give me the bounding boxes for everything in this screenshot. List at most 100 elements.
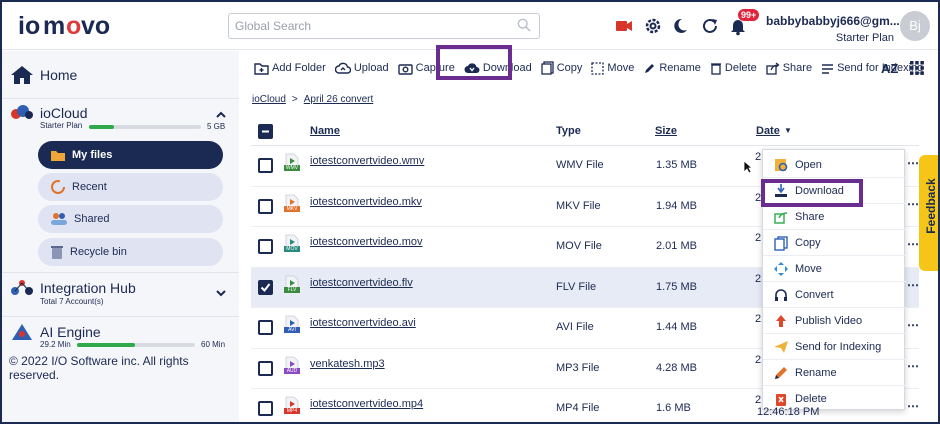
file-date: 2 (755, 353, 762, 366)
search-placeholder: Global Search (235, 19, 312, 33)
file-date: 2 (755, 232, 762, 244)
row-more-button[interactable]: ⋯ (907, 278, 919, 292)
file-type-tag: MP4 (284, 408, 300, 414)
pencil-icon (775, 366, 787, 379)
file-date: 2 (755, 151, 762, 163)
integration-hub-accounts: Total 7 Account(s) (40, 297, 104, 306)
menu-item-open[interactable]: Open (763, 152, 906, 178)
sidebar-item-home[interactable]: Home (10, 65, 77, 85)
iocloud-title: ioCloud (40, 105, 88, 121)
menu-item-rename[interactable]: Rename (763, 360, 906, 386)
file-date: 2 (755, 394, 762, 406)
select-all-checkbox[interactable] (258, 124, 273, 139)
row-more-button[interactable]: ⋯ (907, 399, 919, 413)
ai-engine-section[interactable]: AI Engine (10, 323, 101, 341)
share-button[interactable]: Share (766, 61, 812, 75)
pencil-icon (645, 63, 655, 73)
column-header-date[interactable]: Date (756, 125, 780, 137)
avatar[interactable]: Bj (900, 11, 930, 41)
sidebar-item-label: Recent (72, 181, 107, 193)
sidebar-item-recycle-bin[interactable]: Recycle bin (38, 238, 223, 266)
rename-button[interactable]: Rename (643, 62, 701, 75)
sort-az-button[interactable]: AZ (881, 61, 898, 76)
row-checkbox[interactable] (258, 360, 273, 376)
move-icon (591, 61, 605, 75)
row-more-button[interactable]: ⋯ (907, 156, 919, 170)
column-header-size[interactable]: Size (655, 125, 677, 137)
breadcrumb: ioCloud > April 26 convert (252, 94, 373, 105)
logo-mark: io m o vo (18, 12, 110, 40)
upload-label: Upload (353, 62, 389, 74)
row-checkbox[interactable] (258, 401, 273, 416)
top-header: io m o vo Global Search 99+ babbybabbyj6… (2, 2, 938, 50)
column-header-name[interactable]: Name (310, 125, 340, 137)
sidebar-item-recent[interactable]: Recent (38, 173, 223, 201)
breadcrumb-root[interactable]: ioCloud (252, 94, 286, 105)
menu-item-label: Open (795, 158, 822, 171)
send-for-indexing-button[interactable]: Send for Indexing (821, 62, 923, 75)
row-checkbox[interactable] (258, 198, 273, 214)
menu-item-label: Publish Video (795, 314, 863, 327)
copy-label: Copy (556, 62, 583, 74)
file-name[interactable]: venkatesh.mp3 (310, 358, 385, 370)
sidebar-divider (2, 98, 239, 99)
file-name[interactable]: iotestconvertvideo.mp4 (310, 398, 423, 410)
chevron-down-icon[interactable] (215, 287, 227, 299)
video-record-icon[interactable] (614, 16, 634, 36)
menu-item-send-for-indexing[interactable]: Send for Indexing (763, 334, 906, 360)
menu-item-label: Rename (795, 366, 837, 379)
file-name[interactable]: iotestconvertvideo.mkv (310, 196, 422, 208)
menu-item-share[interactable]: Share (763, 204, 906, 230)
sidebar-item-shared[interactable]: Shared (38, 205, 223, 233)
svg-text:o: o (66, 12, 81, 40)
svg-text:m: m (43, 12, 65, 40)
move-button[interactable]: Move (591, 61, 634, 75)
row-checkbox[interactable] (258, 320, 273, 335)
menu-item-convert[interactable]: Convert (763, 282, 906, 308)
iocloud-section[interactable]: ioCloud Starter Plan (10, 105, 87, 130)
menu-item-move[interactable]: Move (763, 256, 906, 282)
file-type-icon: MP4 (284, 396, 300, 414)
chevron-up-icon[interactable] (215, 109, 227, 121)
ai-engine-used: 29.2 Min (40, 340, 71, 349)
feedback-label: Feedback (924, 178, 938, 234)
rename-label: Rename (659, 62, 701, 74)
upload-button[interactable]: Upload (334, 62, 389, 75)
iomovo-logo[interactable]: io m o vo (16, 12, 116, 40)
row-checkbox[interactable] (258, 279, 273, 295)
gear-icon[interactable] (643, 16, 663, 36)
copy-button[interactable]: Copy (541, 61, 583, 75)
row-more-button[interactable]: ⋯ (907, 318, 919, 332)
sidebar-item-my-files[interactable]: My files (38, 141, 223, 169)
sidebar-item-label: Shared (74, 213, 110, 225)
file-name[interactable]: iotestconvertvideo.wmv (310, 155, 424, 167)
refresh-icon[interactable] (700, 16, 720, 36)
user-info[interactable]: babbybabbyj666@gm... Starter Plan (766, 14, 900, 44)
clock-icon (51, 180, 65, 194)
iocloud-icon (11, 105, 33, 119)
file-name[interactable]: iotestconvertvideo.avi (310, 317, 416, 329)
row-more-button[interactable]: ⋯ (907, 237, 919, 251)
menu-item-publish-video[interactable]: Publish Video (763, 308, 906, 334)
add-folder-button[interactable]: Add Folder (254, 62, 326, 75)
row-more-button[interactable]: ⋯ (907, 359, 919, 373)
breadcrumb-current[interactable]: April 26 convert (304, 94, 373, 105)
grid-view-icon[interactable] (910, 61, 924, 75)
feedback-tab[interactable]: Feedback (919, 155, 938, 271)
file-type: MKV File (556, 199, 601, 212)
global-search-input[interactable]: Global Search (228, 13, 540, 39)
dark-mode-icon[interactable] (670, 16, 690, 36)
row-checkbox[interactable] (258, 158, 273, 173)
row-more-button[interactable]: ⋯ (907, 197, 919, 211)
file-name[interactable]: iotestconvertvideo.mov (310, 236, 423, 248)
menu-item-copy[interactable]: Copy (763, 230, 906, 256)
file-size: 1.6 MB (656, 402, 691, 414)
file-name[interactable]: iotestconvertvideo.flv (310, 277, 413, 289)
table-header: Name Type Size Date ▼ (251, 116, 919, 146)
mouse-cursor-icon (743, 160, 753, 174)
row-checkbox[interactable] (258, 239, 273, 254)
file-type-icon: MOV (284, 234, 300, 252)
integration-hub-section[interactable]: Integration Hub Total 7 Account(s) (10, 279, 136, 306)
delete-button[interactable]: Delete (710, 62, 757, 75)
recycle-icon (51, 246, 63, 259)
